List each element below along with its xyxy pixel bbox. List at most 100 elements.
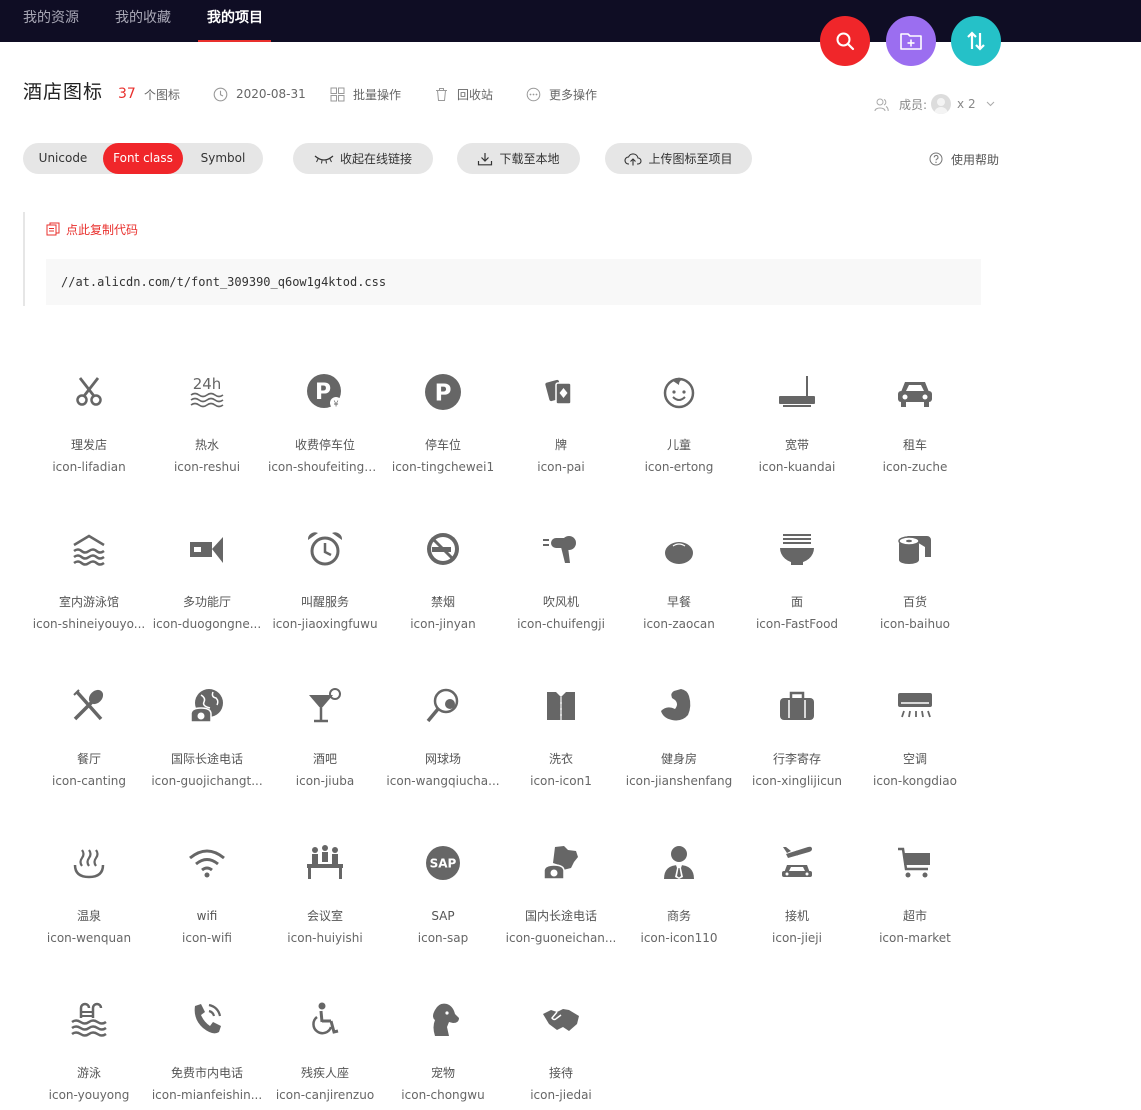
icon-card[interactable]: 残疾人座 icon-canjirenzuo xyxy=(266,988,384,1110)
icon-card[interactable]: 租车 icon-zuche xyxy=(856,360,974,490)
download-label: 下载至本地 xyxy=(499,152,560,166)
nav-tab-my-projects[interactable]: 我的项目 xyxy=(207,9,263,27)
icon-card[interactable]: P 停车位 icon-tingchewei1 xyxy=(384,360,502,490)
icon-class-name: icon-guojichangt... xyxy=(151,774,263,788)
icon-name: 接机 xyxy=(784,909,809,923)
icon-card[interactable]: 叫醒服务 icon-jiaoxingfuwu xyxy=(266,517,384,647)
icon-class-name: icon-jiuba xyxy=(295,774,355,788)
alarm-clock-icon xyxy=(305,529,345,569)
icon-class-name: icon-wenquan xyxy=(46,931,132,945)
icon-name: 行李寄存 xyxy=(772,752,821,766)
icon-class-name: icon-huiyishi xyxy=(287,931,363,945)
icon-name: 多功能厅 xyxy=(182,595,231,609)
icon-class-name: icon-mianfeishin... xyxy=(151,1088,263,1102)
help-link[interactable]: 使用帮助 xyxy=(929,151,999,167)
icon-class-name: icon-canjirenzuo xyxy=(275,1088,375,1102)
icon-card[interactable]: 行李寄存 icon-xinglijicun xyxy=(738,674,856,804)
icon-card[interactable]: 儿童 icon-ertong xyxy=(620,360,738,490)
icon-card[interactable]: 餐厅 icon-canting xyxy=(30,674,148,804)
upload-icons-button[interactable]: 上传图标至项目 xyxy=(605,143,752,174)
svg-text:P: P xyxy=(435,381,452,407)
icon-name: 吹风机 xyxy=(542,595,579,609)
paper-roll-icon xyxy=(895,529,935,569)
search-icon xyxy=(835,31,855,51)
icon-name: 理发店 xyxy=(70,438,107,452)
icon-name: 接待 xyxy=(548,1066,573,1080)
icon-card[interactable]: 商务 icon-icon110 xyxy=(620,831,738,961)
icon-card[interactable]: 早餐 icon-zaocan xyxy=(620,517,738,647)
members-dropdown[interactable]: 成员: x 2 xyxy=(874,94,995,114)
icon-card[interactable]: 酒吧 icon-jiuba xyxy=(266,674,384,804)
icon-class-name: icon-xinglijicun xyxy=(751,774,842,788)
batch-operation-button[interactable]: 批量操作 xyxy=(330,85,401,103)
sort-button[interactable] xyxy=(951,16,1001,66)
hot-water-icon: 24h xyxy=(187,372,227,412)
icon-card[interactable]: wifi icon-wifi xyxy=(148,831,266,961)
swimming-icon xyxy=(69,1000,109,1040)
icon-card[interactable]: P ¥ 收费停车位 icon-shoufeitingc... xyxy=(266,360,384,490)
icon-card[interactable]: 国内长途电话 icon-guoneichan... xyxy=(502,831,620,961)
icon-card[interactable]: 宠物 icon-chongwu xyxy=(384,988,502,1110)
icon-card[interactable]: 网球场 icon-wangqiucha... xyxy=(384,674,502,804)
add-folder-button[interactable] xyxy=(886,16,936,66)
icon-card[interactable]: 百货 icon-baihuo xyxy=(856,517,974,647)
icon-card[interactable]: 洗衣 icon-icon1 xyxy=(502,674,620,804)
icon-card[interactable]: 理发店 icon-lifadian xyxy=(30,360,148,490)
format-font-class-tab[interactable]: Font class xyxy=(103,143,183,174)
more-operations-button[interactable]: 更多操作 xyxy=(526,85,597,103)
icon-name: 国内长途电话 xyxy=(524,909,597,923)
icon-card[interactable]: 温泉 icon-wenquan xyxy=(30,831,148,961)
upload-icons-label: 上传图标至项目 xyxy=(648,152,733,166)
icon-name: 温泉 xyxy=(76,909,101,923)
icon-card[interactable]: 面 icon-FastFood xyxy=(738,517,856,647)
icon-card[interactable]: 接待 icon-jiedai xyxy=(502,988,620,1110)
icon-name: 健身房 xyxy=(660,752,697,766)
icon-card[interactable]: SAP SAP icon-sap xyxy=(384,831,502,961)
icon-card[interactable]: 室内游泳馆 icon-shineiyouyo... xyxy=(30,517,148,647)
search-button[interactable] xyxy=(820,16,870,66)
css-link-text[interactable]: //at.alicdn.com/t/font_309390_q6ow1g4kto… xyxy=(61,275,386,289)
collapse-online-link-button[interactable]: 收起在线链接 xyxy=(293,143,433,174)
member-icon xyxy=(874,97,889,112)
icon-card[interactable]: 超市 icon-market xyxy=(856,831,974,961)
icon-card[interactable]: 会议室 icon-huiyishi xyxy=(266,831,384,961)
icon-class-name: icon-canting xyxy=(51,774,127,788)
icon-card[interactable]: 接机 icon-jieji xyxy=(738,831,856,961)
more-icon xyxy=(526,87,541,102)
nav-tab-my-resources[interactable]: 我的资源 xyxy=(23,9,79,27)
nav-tab-my-favorites[interactable]: 我的收藏 xyxy=(115,9,171,27)
icon-card[interactable]: 空调 icon-kongdiao xyxy=(856,674,974,804)
code-panel-border xyxy=(23,212,25,306)
icon-card[interactable]: 吹风机 icon-chuifengji xyxy=(502,517,620,647)
icon-card[interactable]: 牌 icon-pai xyxy=(502,360,620,490)
icon-card[interactable]: 国际长途电话 icon-guojichangt... xyxy=(148,674,266,804)
copy-code-link[interactable]: 点此复制代码 xyxy=(46,221,138,237)
icon-card[interactable]: 健身房 icon-jianshenfang xyxy=(620,674,738,804)
icon-card[interactable]: 游泳 icon-youyong xyxy=(30,988,148,1110)
icon-class-name: icon-market xyxy=(879,931,951,945)
icon-card[interactable]: 宽带 icon-kuandai xyxy=(738,360,856,490)
meeting-room-icon xyxy=(305,843,345,883)
icon-name: 超市 xyxy=(902,909,927,923)
icon-name: 宠物 xyxy=(430,1066,455,1080)
format-symbol-tab[interactable]: Symbol xyxy=(183,143,263,174)
icon-name: 百货 xyxy=(902,595,927,609)
icon-class-name: icon-kuandai xyxy=(758,460,836,474)
icon-name: 停车位 xyxy=(424,438,461,452)
sort-icon xyxy=(964,30,988,52)
recycle-bin-button[interactable]: 回收站 xyxy=(434,85,493,103)
projector-icon xyxy=(187,529,227,569)
format-unicode-tab[interactable]: Unicode xyxy=(23,143,103,174)
download-button[interactable]: 下载至本地 xyxy=(457,143,580,174)
icon-card[interactable]: 多功能厅 icon-duogongne... xyxy=(148,517,266,647)
icon-card[interactable]: 24h 热水 icon-reshui xyxy=(148,360,266,490)
icon-name: 免费市内电话 xyxy=(170,1066,243,1080)
international-phone-icon xyxy=(187,686,227,726)
project-date: 2020-08-31 xyxy=(213,85,306,103)
luggage-icon xyxy=(777,686,817,726)
icon-class-name: icon-jiaoxingfuwu xyxy=(272,617,378,631)
indoor-pool-icon xyxy=(69,529,109,569)
icon-class-name: icon-chongwu xyxy=(401,1088,485,1102)
icon-card[interactable]: 免费市内电话 icon-mianfeishin... xyxy=(148,988,266,1110)
icon-card[interactable]: 禁烟 icon-jinyan xyxy=(384,517,502,647)
